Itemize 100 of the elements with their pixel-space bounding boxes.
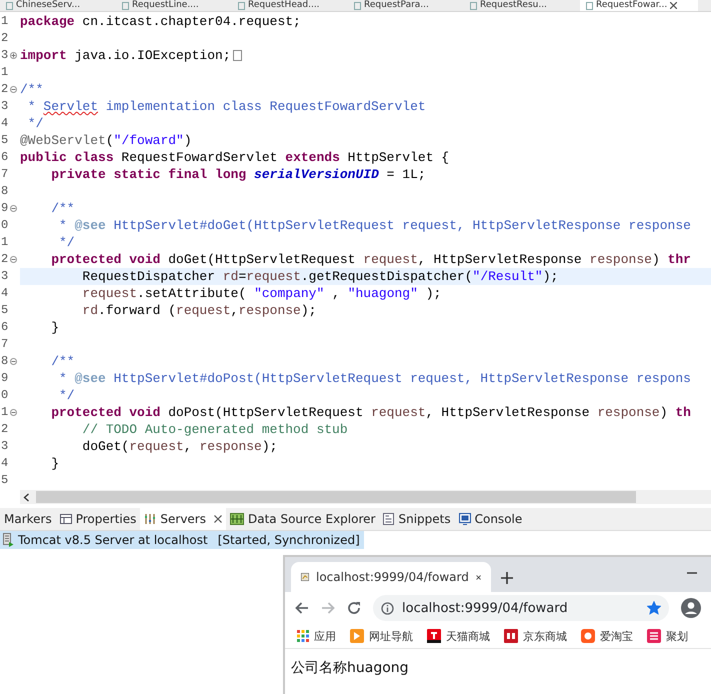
- star-icon[interactable]: [647, 601, 661, 615]
- bookmark-item[interactable]: 应用: [297, 628, 336, 644]
- minimize-icon[interactable]: [687, 572, 697, 574]
- code-line: protected void doGet(HttpServletRequest request, HttpServletResponse response) thr: [50, 251, 691, 268]
- code-line: }: [50, 455, 60, 472]
- line-number: 0: [0, 217, 8, 234]
- server-row[interactable]: Tomcat v8.5 Server at localhost [Started, Synchronized]: [0, 531, 364, 549]
- code-line: /**: [20, 81, 44, 98]
- line-number: 9: [0, 200, 8, 217]
- line-number: 0: [0, 387, 8, 404]
- line-number: 6: [0, 149, 8, 166]
- code-line: * @see HttpServlet#doGet(HttpServletRequest request, HttpServletResponse response: [58, 217, 691, 234]
- close-icon[interactable]: [476, 572, 481, 582]
- line-number: 2: [0, 81, 8, 98]
- editor-tab[interactable]: RequestPara...: [348, 0, 460, 11]
- back-icon[interactable]: [295, 602, 309, 614]
- code-line: /**: [50, 200, 75, 217]
- collapse-icon[interactable]: [10, 256, 17, 263]
- close-icon[interactable]: [214, 515, 222, 523]
- panel-tab[interactable]: Data Source Explorer: [226, 508, 380, 530]
- bookmark-tile-icon: [581, 629, 595, 643]
- bookmark-tile-icon: [647, 629, 661, 643]
- browser-tab[interactable]: localhost:9999/04/foward: [291, 562, 491, 592]
- close-icon[interactable]: [670, 2, 678, 9]
- line-number: 5: [0, 132, 8, 149]
- code-line: * Servlet implementation class RequestFowardServlet: [26, 98, 426, 115]
- line-number: 1: [0, 13, 8, 30]
- panel-tab[interactable]: Servers: [140, 508, 226, 530]
- info-icon[interactable]: [381, 602, 394, 614]
- bookmark-item[interactable]: 聚划: [647, 628, 688, 644]
- apps-icon: [297, 630, 309, 642]
- profile-icon[interactable]: [681, 598, 701, 618]
- editor-tab[interactable]: RequestLine....: [116, 0, 228, 11]
- code-line: }: [50, 319, 60, 336]
- collapse-icon[interactable]: [10, 86, 17, 93]
- horizontal-scrollbar[interactable]: [20, 490, 711, 504]
- line-number: 3: [0, 438, 8, 455]
- broken-image-icon: [301, 570, 309, 584]
- scroll-left-icon[interactable]: [23, 492, 30, 502]
- editor-tab[interactable]: RequestResu...: [464, 0, 576, 11]
- file-icon: [586, 2, 593, 10]
- line-number: 2: [0, 421, 8, 438]
- reload-icon[interactable]: [347, 601, 361, 615]
- line-number: 4: [0, 455, 8, 472]
- editor-tab[interactable]: ChineseServ...: [0, 0, 112, 11]
- new-tab-icon[interactable]: [501, 572, 513, 584]
- line-number: 1: [0, 64, 8, 81]
- line-number: 4: [0, 115, 8, 132]
- code-line: /**: [50, 353, 75, 370]
- bookmark-tile-icon: [427, 629, 441, 643]
- editor-tab[interactable]: RequestHead....: [232, 0, 344, 11]
- collapse-icon[interactable]: [10, 205, 17, 212]
- panel-tab[interactable]: Properties: [56, 508, 140, 530]
- code-line: import java.io.IOException;: [20, 47, 231, 64]
- file-icon: [470, 2, 477, 10]
- table-icon: [60, 513, 72, 525]
- server-status: [Started, Synchronized]: [218, 533, 360, 547]
- line-number: 1: [0, 234, 8, 251]
- line-number: 7: [0, 336, 8, 353]
- panel-tab[interactable]: Console: [454, 508, 526, 530]
- file-icon: [6, 2, 13, 10]
- code-line: @WebServlet("/foward"): [20, 132, 192, 149]
- server-name: Tomcat v8.5 Server at localhost: [18, 533, 208, 547]
- servers-icon: [144, 513, 156, 525]
- line-number: 3: [0, 47, 8, 64]
- code-line: protected void doPost(HttpServletRequest request, HttpServletResponse response) th: [50, 404, 691, 421]
- folded-code-icon[interactable]: [232, 50, 242, 61]
- address-field[interactable]: localhost:9999/04/foward: [373, 595, 669, 621]
- panel-tab[interactable]: Markers: [0, 508, 56, 530]
- editor-tab[interactable]: RequestFowar...: [580, 0, 698, 11]
- line-number: 3: [0, 98, 8, 115]
- page-text: 公司名称huagong: [290, 659, 410, 678]
- code-line: */: [58, 387, 75, 404]
- expand-icon[interactable]: [10, 52, 17, 59]
- bookmark-item[interactable]: 京东商城: [504, 628, 567, 644]
- bookmark-item[interactable]: 爱淘宝: [581, 628, 633, 644]
- code-line: private static final long serialVersionUID = 1L;: [50, 166, 426, 183]
- bookmark-tile-icon: [504, 629, 518, 643]
- code-line: request.setAttribute( "company" , "huagong" );: [81, 285, 442, 302]
- monitor-icon: [458, 513, 471, 525]
- code-line: */: [26, 115, 44, 132]
- file-icon: [354, 2, 361, 10]
- line-number: 4: [0, 285, 8, 302]
- bookmark-item[interactable]: 天猫商城: [427, 628, 490, 644]
- server-running-icon: [3, 533, 14, 547]
- line-number: 9: [0, 370, 8, 387]
- line-number: 5: [0, 472, 8, 489]
- code-line: package cn.itcast.chapter04.request;: [20, 13, 301, 30]
- code-line: * @see HttpServlet#doPost(HttpServletRequest request, HttpServletResponse respons: [58, 370, 691, 387]
- line-number: 2: [0, 30, 8, 47]
- file-icon: [122, 2, 129, 10]
- bookmark-item[interactable]: 网址导航: [350, 628, 413, 644]
- code-line: RequestDispatcher rd=request.getRequestDispatcher("/Result");: [81, 268, 558, 285]
- collapse-icon[interactable]: [10, 409, 17, 416]
- panel-tab[interactable]: Snippets: [379, 508, 455, 530]
- line-number: 3: [0, 268, 8, 285]
- line-number: 2: [0, 251, 8, 268]
- code-line: */: [58, 234, 75, 251]
- line-number: 5: [0, 302, 8, 319]
- collapse-icon[interactable]: [10, 358, 17, 365]
